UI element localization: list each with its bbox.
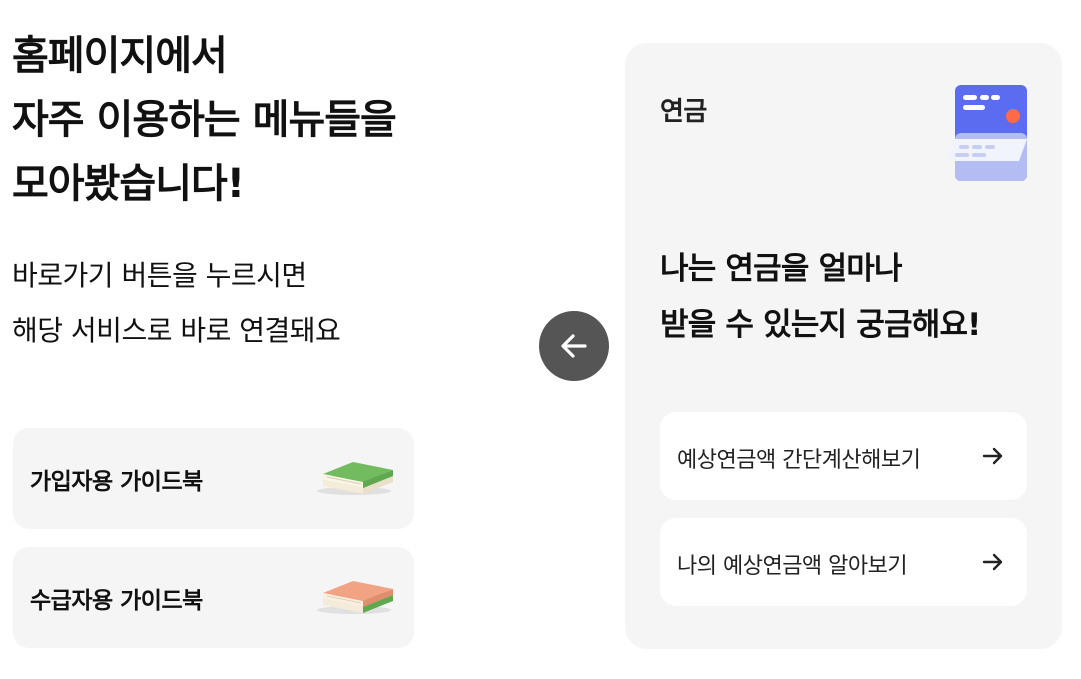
- pension-panel: 연금 나는 연금을 얼마나 받을 수 있는지 궁금해요! 예상연금액 간단계산해…: [625, 43, 1062, 649]
- headline-line: 받을 수 있는지 궁금해요!: [660, 307, 981, 343]
- title-line: 홈페이지에서: [12, 33, 228, 79]
- title-line: 모아봤습니다!: [12, 161, 245, 207]
- title-line: 자주 이용하는 메뉴들을: [12, 97, 397, 143]
- description-line: 해당 서비스로 바로 연결돼요: [12, 314, 341, 347]
- headline-line: 나는 연금을 얼마나: [660, 251, 903, 287]
- page-title: 홈페이지에서 자주 이용하는 메뉴들을 모아봤습니다!: [12, 24, 397, 216]
- my-expected-pension-link[interactable]: 나의 예상연금액 알아보기: [660, 518, 1027, 606]
- description-line: 바로가기 버튼을 누르시면: [12, 259, 307, 292]
- page-description: 바로가기 버튼을 누르시면 해당 서비스로 바로 연결돼요: [12, 248, 341, 358]
- arrow-left-icon: [561, 334, 587, 358]
- panel-headline: 나는 연금을 얼마나 받을 수 있는지 궁금해요!: [660, 241, 981, 353]
- link-label: 예상연금액 간단계산해보기: [677, 448, 921, 473]
- link-label: 나의 예상연금액 알아보기: [677, 554, 908, 579]
- simple-pension-calculator-link[interactable]: 예상연금액 간단계산해보기: [660, 412, 1027, 500]
- arrow-right-icon: [982, 553, 1003, 571]
- carousel-prev-button[interactable]: [539, 311, 609, 381]
- orange-book-icon: [317, 581, 393, 614]
- green-book-icon: [317, 462, 393, 495]
- subscriber-guidebook-button[interactable]: 가입자용 가이드북: [13, 428, 414, 529]
- recipient-guidebook-button[interactable]: 수급자용 가이드북: [13, 547, 414, 648]
- pension-card-icon: [945, 85, 1027, 181]
- arrow-right-icon: [982, 447, 1003, 465]
- panel-title: 연금: [660, 97, 707, 127]
- guidebook-label: 가입자용 가이드북: [30, 469, 203, 495]
- guidebook-label: 수급자용 가이드북: [30, 588, 203, 614]
